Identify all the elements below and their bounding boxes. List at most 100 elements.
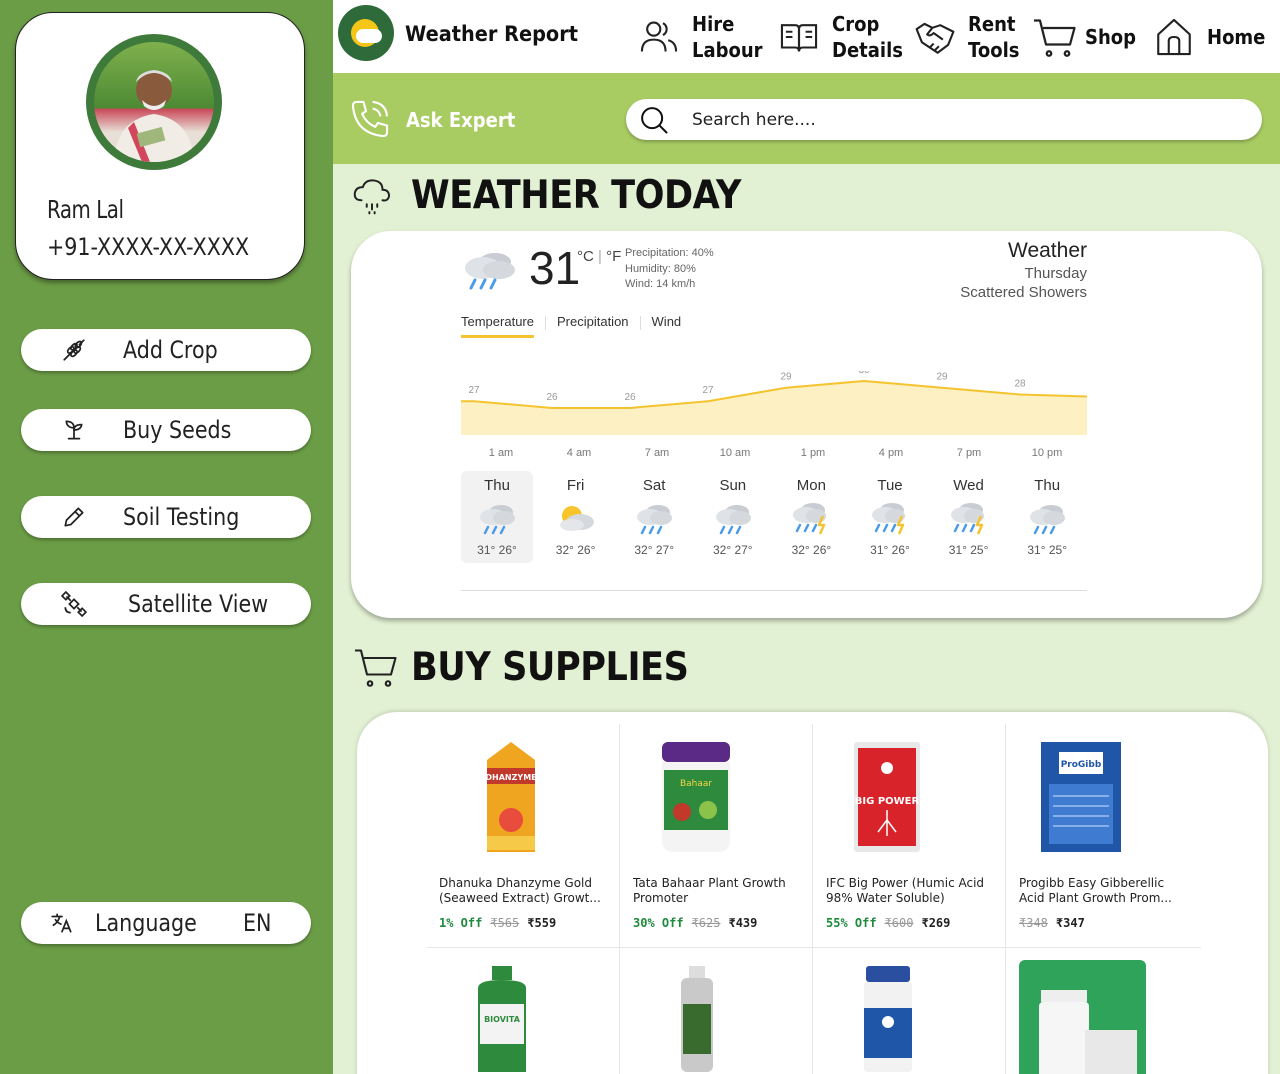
rain-icon	[637, 505, 673, 535]
rain-icon	[480, 505, 515, 535]
rain-icon	[1030, 505, 1066, 535]
weather-divider	[461, 590, 1087, 591]
product-image	[864, 966, 912, 1072]
users-icon	[640, 21, 678, 51]
wind-text: Wind: 14 km/h	[625, 278, 696, 290]
temperature-data-label: 28	[1014, 378, 1026, 389]
product-name: IFC Big Power (Humic Acid 98% Water Solu…	[826, 876, 985, 905]
forecast-temps: 32° 27°	[712, 543, 753, 557]
weather-summary: Weather Thursday Scattered Showers	[960, 239, 1087, 301]
product-image	[1019, 960, 1146, 1074]
weather-details: Precipitation: 40% Humidity: 80% Wind: 1…	[625, 246, 714, 293]
forecast-day-sat[interactable]: Sat 32° 27°	[618, 471, 690, 563]
profile-phone: +91-XXXX-XX-XXXX	[47, 233, 250, 261]
forecast-day-thu[interactable]: Thu 31° 25°	[1011, 471, 1083, 563]
hour-label: 4 am	[566, 447, 592, 459]
forecast-day-name: Fri	[566, 477, 585, 494]
nav-hire-labour-line1: Hire	[692, 11, 735, 36]
unit-fahrenheit[interactable]: °F	[606, 248, 621, 265]
handshake-icon	[915, 22, 955, 54]
discount-label: 1% Off	[439, 916, 483, 930]
temperature-data-label: 29	[936, 372, 948, 383]
cart-icon	[355, 649, 397, 687]
pencil-icon	[64, 507, 84, 527]
satellite-view-button[interactable]: Satellite View	[21, 583, 311, 625]
unit-celsius[interactable]: °C	[577, 248, 594, 265]
search-bar[interactable]	[626, 99, 1262, 140]
phone-icon	[351, 100, 389, 138]
forecast-day-thu[interactable]: Thu 31° 26°	[461, 471, 533, 563]
cloud-rain-icon	[353, 179, 391, 215]
satellite-view-label: Satellite View	[128, 590, 269, 618]
forecast-temps: 32° 26°	[791, 543, 832, 557]
rain-icon	[465, 253, 515, 290]
forecast-day-name: Tue	[877, 477, 903, 494]
nav-shop[interactable]: Shop	[1031, 0, 1142, 73]
nav-crop-details-line1: Crop	[832, 11, 880, 36]
forecast-temps: 31° 26°	[477, 543, 517, 557]
forecast-day-name: Wed	[953, 477, 984, 494]
app-logo[interactable]	[338, 5, 394, 61]
search-input[interactable]	[692, 107, 1232, 133]
book-icon	[780, 23, 818, 52]
nav-hire-labour[interactable]: Hire Labour	[638, 0, 770, 73]
product-image: Bahaar	[662, 742, 730, 852]
weather-tabs: Temperature Precipitation Wind	[461, 314, 681, 338]
nav-crop-details[interactable]: Crop Details	[778, 0, 911, 73]
weather-day: Thursday	[1024, 265, 1087, 282]
profile-name: Ram Lal	[47, 195, 124, 224]
rain-icon	[715, 505, 751, 535]
hour-label: 7 pm	[956, 447, 982, 459]
tab-temperature[interactable]: Temperature	[461, 314, 534, 338]
tab-wind[interactable]: Wind	[652, 314, 682, 338]
top-navbar: Weather Report Hire Labour Crop Details Re…	[333, 0, 1280, 73]
forecast-day-sun[interactable]: Sun 32° 27°	[697, 471, 769, 563]
weather-card: 31 °C | °F Precipitation: 40% Humidity: …	[351, 231, 1262, 618]
product-name: Progibb Easy Gibberellic Acid Plant Grow…	[1019, 876, 1172, 905]
thunderstorm-icon	[872, 503, 905, 535]
hour-label: 7 am	[644, 447, 670, 459]
temperature-data-label: 30	[858, 371, 870, 376]
nav-crop-details-line2: Details	[832, 37, 903, 62]
temperature-data-label: 26	[546, 392, 558, 403]
forecast-day-fri[interactable]: Fri 32° 26°	[540, 471, 612, 563]
product-image: BIOVITA	[478, 966, 526, 1072]
mrp-price: ₹565	[490, 916, 520, 930]
add-crop-button[interactable]: Add Crop	[21, 329, 311, 371]
product-name: Dhanuka Dhanzyme Gold (Seaweed Extract) …	[439, 876, 601, 905]
daily-forecast: Thu 31° 26° Fri 32° 26° Sat 32° 27° Sun 32° 27°…	[461, 471, 1101, 563]
language-button[interactable]: Language EN	[21, 902, 311, 944]
hour-label: 1 pm	[800, 447, 826, 459]
profile-card[interactable]: Ram Lal +91-XXXX-XX-XXXX	[15, 12, 305, 280]
forecast-day-mon[interactable]: Mon 32° 26°	[775, 471, 847, 563]
temp-unit-toggle[interactable]: °C | °F	[577, 248, 621, 265]
forecast-day-wed[interactable]: Wed 31° 25°	[933, 471, 1005, 563]
buy-seeds-button[interactable]: Buy Seeds	[21, 409, 311, 451]
forecast-day-name: Sat	[642, 477, 666, 494]
nav-rent-tools-line2: Tools	[968, 37, 1020, 62]
nav-rent-tools[interactable]: Rent Tools	[914, 0, 1025, 73]
nav-shop-label: Shop	[1085, 24, 1137, 49]
translate-icon	[51, 913, 72, 933]
supplies-card: DHANZYME Dhanuka Dhanzyme Gold (Seaweed …	[357, 712, 1268, 1074]
ask-expert-link[interactable]: Ask Expert	[406, 108, 515, 132]
discount-label: 55% Off	[826, 916, 877, 930]
soil-testing-button[interactable]: Soil Testing	[21, 496, 311, 538]
temperature-data-label: 26	[624, 392, 636, 403]
hour-label: 10 pm	[1031, 447, 1063, 459]
brand-title[interactable]: Weather Report	[405, 22, 578, 46]
product-price-row: 1% Off ₹565 ₹559	[439, 916, 556, 930]
cart-icon	[1034, 18, 1076, 57]
supplies-section-title: BUY SUPPLIES	[411, 645, 689, 690]
forecast-day-tue[interactable]: Tue 31° 26°	[854, 471, 926, 563]
action-bar: Ask Expert	[333, 73, 1280, 164]
hour-label: 1 am	[488, 447, 514, 459]
tab-precipitation[interactable]: Precipitation	[557, 314, 629, 338]
precipitation-text: Precipitation: 40%	[625, 247, 714, 259]
partly-sunny-icon	[559, 506, 594, 531]
mrp-price: ₹625	[691, 916, 721, 930]
search-icon	[641, 107, 668, 134]
humidity-text: Humidity: 80%	[625, 262, 696, 275]
nav-home-label: Home	[1207, 24, 1266, 49]
nav-home[interactable]: Home	[1153, 0, 1272, 73]
